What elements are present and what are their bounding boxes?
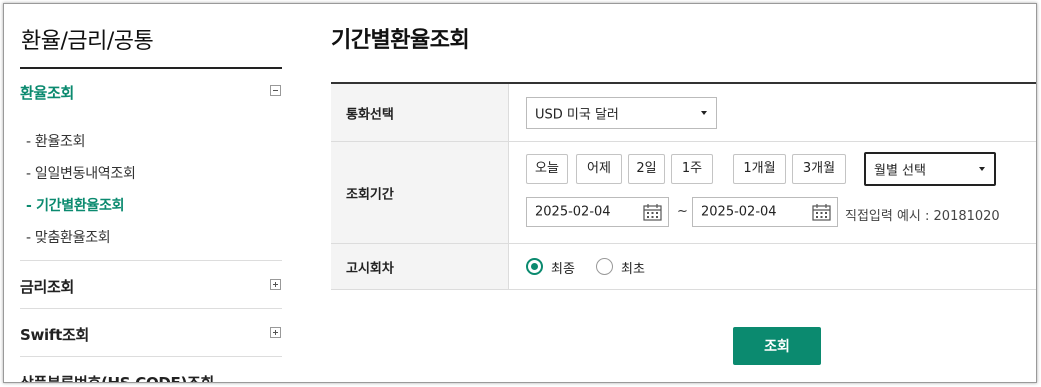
quick-yesterday-button[interactable]: 어제	[576, 154, 622, 184]
chevron-down-icon	[979, 167, 985, 171]
date-input-hint: 직접입력 예시 : 20181020	[845, 209, 1000, 224]
page-title: 기간별환율조회	[331, 28, 470, 53]
start-date-input[interactable]: 2025-02-04	[526, 197, 669, 227]
sidebar-item-custom-rate[interactable]: - 맞춤환율조회	[26, 227, 111, 247]
form-row-period: 조회기간 오늘 어제 2일 1주 1개월 3개월 월별 선택 2025-02-0…	[331, 142, 1036, 244]
sidebar-divider	[20, 260, 282, 261]
sidebar-section-label: 금리조회	[20, 278, 75, 296]
form-row-currency: 통화선택 USD 미국 달러	[331, 84, 1036, 142]
start-date-value: 2025-02-04	[535, 204, 611, 220]
form-row-header: 고시회차	[331, 244, 509, 289]
end-date-value: 2025-02-04	[701, 204, 777, 220]
sidebar-divider	[20, 308, 282, 309]
sidebar-section-exchange-header[interactable]: 환율조회	[20, 82, 282, 102]
sidebar-section-hscode: 상품분류번호(HS CODE)조회	[20, 372, 282, 383]
sidebar-section-swift-header[interactable]: Swift조회	[20, 324, 282, 344]
chevron-down-icon	[701, 111, 707, 115]
date-range-separator: ~	[677, 204, 688, 219]
sidebar-section-label: 환율조회	[20, 84, 75, 102]
sidebar-title-divider	[20, 67, 282, 69]
calendar-icon[interactable]	[812, 203, 831, 221]
quick-2days-button[interactable]: 2일	[628, 154, 665, 184]
expand-plus-icon[interactable]	[270, 279, 281, 290]
sidebar-section-exchange: 환율조회	[20, 82, 282, 102]
form-row-header: 조회기간	[331, 142, 509, 243]
quick-1week-button[interactable]: 1주	[671, 154, 713, 184]
form-row-label: 조회기간	[346, 187, 394, 202]
radio-final[interactable]	[526, 258, 543, 275]
search-form-table: 통화선택 USD 미국 달러 조회기간 오늘 어제 2일 1주 1개월 3개월 …	[331, 82, 1036, 290]
currency-select-value: USD 미국 달러	[535, 107, 619, 123]
quick-3months-button[interactable]: 3개월	[792, 154, 846, 184]
collapse-minus-icon[interactable]	[270, 85, 281, 96]
quick-1month-button[interactable]: 1개월	[733, 154, 786, 184]
sidebar-section-swift: Swift조회	[20, 324, 282, 344]
sidebar-item-period-rate[interactable]: - 기간별환율조회	[26, 195, 124, 215]
sidebar-section-interest-header[interactable]: 금리조회	[20, 276, 282, 296]
sidebar-divider	[20, 356, 282, 357]
form-row-label: 통화선택	[346, 107, 394, 122]
main-content: 기간별환율조회 통화선택 USD 미국 달러 조회기간 오늘 어제 2일 1주 …	[331, 4, 1036, 382]
quick-today-button[interactable]: 오늘	[526, 154, 568, 184]
radio-final-label[interactable]: 최종	[551, 258, 575, 277]
form-row-notice: 고시회차 최종 최초	[331, 244, 1036, 290]
sidebar-item-exchange-rate[interactable]: - 환율조회	[26, 131, 86, 151]
form-row-label: 고시회차	[346, 261, 394, 276]
month-select[interactable]: 월별 선택	[864, 152, 996, 186]
search-button[interactable]: 조회	[733, 327, 821, 365]
sidebar-section-label: Swift조회	[20, 326, 89, 344]
calendar-icon[interactable]	[643, 203, 662, 221]
sidebar-item-daily-change[interactable]: - 일일변동내역조회	[26, 163, 136, 183]
sidebar-nav: 환율/금리/공통 환율조회 - 환율조회 - 일일변동내역조회 - 기간별환율조…	[20, 4, 282, 383]
radio-first-label[interactable]: 최초	[621, 258, 645, 277]
end-date-input[interactable]: 2025-02-04	[692, 197, 838, 227]
sidebar-title: 환율/금리/공통	[21, 29, 154, 54]
form-row-header: 통화선택	[331, 84, 509, 141]
sidebar-section-hscode-header[interactable]: 상품분류번호(HS CODE)조회	[20, 372, 282, 383]
radio-first[interactable]	[596, 258, 613, 275]
window-frame: 환율/금리/공통 환율조회 - 환율조회 - 일일변동내역조회 - 기간별환율조…	[3, 3, 1037, 383]
expand-plus-icon[interactable]	[270, 327, 281, 338]
currency-select[interactable]: USD 미국 달러	[526, 97, 717, 129]
month-select-value: 월별 선택	[874, 163, 926, 179]
sidebar-section-interest: 금리조회	[20, 276, 282, 296]
sidebar-section-label: 상품분류번호(HS CODE)조회	[20, 374, 215, 383]
